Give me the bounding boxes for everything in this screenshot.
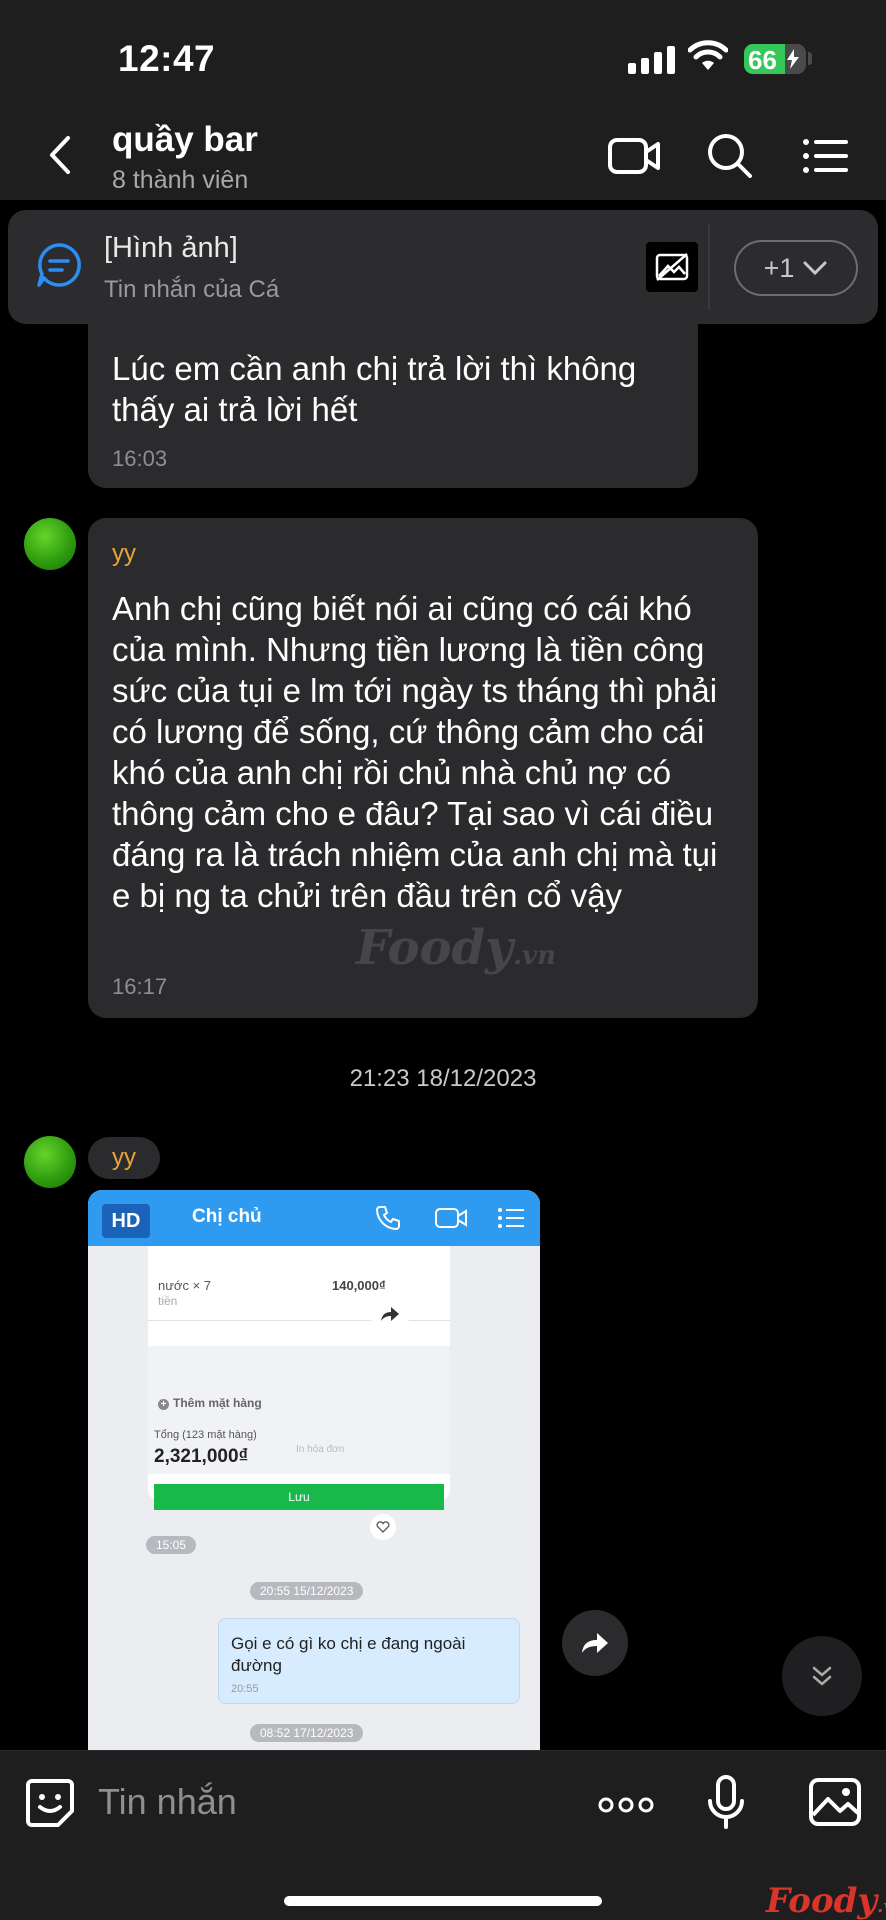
scroll-to-bottom-button[interactable] <box>782 1636 862 1716</box>
phone-icon <box>375 1206 400 1231</box>
screenshot-header: HD Chị chủ <box>88 1190 540 1246</box>
message-input[interactable]: Tin nhắn <box>98 1781 237 1823</box>
message-composer: Tin nhắn Foody.vn <box>0 1750 886 1920</box>
screenshot-contact-name: Chị chủ <box>192 1206 262 1227</box>
share-arrow-icon <box>582 1633 608 1653</box>
message-time: 16:17 <box>112 974 168 999</box>
home-indicator <box>284 1896 602 1906</box>
back-button[interactable] <box>40 130 80 180</box>
chat-bubble-icon <box>37 243 81 287</box>
hd-badge: HD <box>102 1204 150 1238</box>
screenshot-message: Gọi e có gì ko chị e đang ngoài đường 20… <box>218 1618 520 1704</box>
add-item-label: + Thêm mặt hàng <box>158 1396 262 1410</box>
image-attachment[interactable]: HD Chị chủ nước × 7 tiền 140,000₫ + Thêm … <box>88 1190 540 1750</box>
double-chevron-down-icon <box>812 1666 832 1686</box>
battery-tip <box>808 52 812 65</box>
pinned-more-count: +1 <box>763 252 795 283</box>
wifi-icon <box>688 40 728 70</box>
date-separator: 21:23 18/12/2023 <box>349 1065 537 1092</box>
heart-icon <box>370 1514 396 1540</box>
video-call-icon[interactable] <box>606 130 662 180</box>
message-time: 16:03 <box>112 446 168 471</box>
share-arrow-icon <box>370 1294 410 1334</box>
member-count: 8 thành viên <box>112 166 249 194</box>
divider <box>708 224 710 310</box>
battery-percent: 66 <box>748 45 777 74</box>
pinned-subtitle: Tin nhắn của Cá <box>104 276 280 303</box>
pinned-more-button[interactable]: +1 <box>734 240 858 296</box>
avatar[interactable] <box>24 518 76 570</box>
message-bubble[interactable]: Lúc em cần anh chị trả lời thì không thấ… <box>88 324 698 488</box>
pinned-message-bar[interactable]: [Hình ảnh] Tin nhắn của Cá +1 <box>8 210 878 324</box>
more-options-icon[interactable] <box>598 1795 654 1815</box>
video-icon <box>435 1208 467 1228</box>
battery-indicator: 66 <box>744 44 806 74</box>
image-thumbnail-icon <box>646 242 698 292</box>
menu-list-icon[interactable] <box>798 130 854 180</box>
sender-label: yy <box>88 1137 160 1179</box>
list-icon <box>498 1208 524 1228</box>
sender-name: yy <box>112 1144 136 1171</box>
chat-title[interactable]: quầy bar <box>112 120 258 160</box>
status-time: 12:47 <box>118 38 216 79</box>
forward-button[interactable] <box>562 1610 628 1676</box>
message-text: Anh chị cũng biết nói ai cũng có cái khó… <box>112 590 718 914</box>
charging-bolt-icon <box>787 49 799 69</box>
sticker-icon[interactable] <box>24 1777 76 1829</box>
pinned-title: [Hình ảnh] <box>104 232 238 264</box>
image-gallery-icon[interactable] <box>808 1777 862 1827</box>
top-bar: 12:47 66 quầy bar 8 thành viên <box>0 0 886 200</box>
cellular-signal-icon <box>628 44 675 74</box>
sender-name: yy <box>112 540 136 567</box>
search-icon[interactable] <box>702 130 758 180</box>
invoice-card: nước × 7 tiền 140,000₫ + Thêm mặt hàng Tổ… <box>148 1246 450 1500</box>
foody-watermark: Foody.vn <box>356 920 556 976</box>
avatar[interactable] <box>24 1136 76 1188</box>
message-text: Lúc em cần anh chị trả lời thì không thấ… <box>112 350 637 428</box>
save-button-image: Lưu <box>154 1484 444 1510</box>
foody-logo: Foody.vn <box>766 1881 886 1920</box>
microphone-icon[interactable] <box>706 1773 746 1833</box>
chevron-down-icon <box>803 261 827 276</box>
